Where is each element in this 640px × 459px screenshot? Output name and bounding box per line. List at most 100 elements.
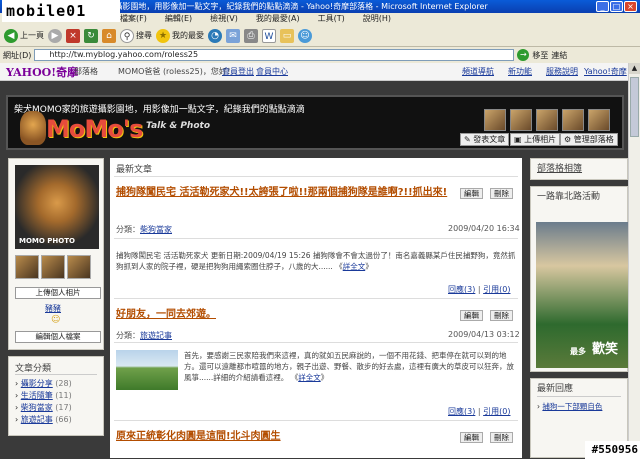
maximize-icon[interactable]: □	[610, 1, 623, 12]
menu-tools[interactable]: 工具(T)	[318, 14, 345, 23]
album-title[interactable]: 部落格相簿	[537, 162, 621, 176]
stop-icon: ×	[66, 28, 80, 43]
album-panel: 部落格相簿	[530, 158, 628, 180]
banner-thumb-1[interactable]	[484, 109, 506, 131]
address-label: 網址(D)	[3, 50, 32, 60]
banner-thumb-2[interactable]	[510, 109, 532, 131]
profile-panel: MOMO PHOTO 上傳個人相片 豬豬 ☺ 編輯個人檔案	[8, 158, 104, 350]
corner-tag: #550956	[585, 441, 640, 459]
close-icon[interactable]: ×	[624, 1, 637, 12]
menu-help[interactable]: 說明(H)	[363, 14, 391, 23]
banner-tagline: Talk & Photo	[146, 121, 211, 131]
minimize-icon[interactable]: _	[596, 1, 609, 12]
post-footer: 回應(3) | 引用(0)	[448, 285, 511, 294]
dog-mascot-icon	[20, 111, 46, 145]
category-item[interactable]: › 旅遊記事 (66)	[15, 414, 97, 426]
help-link[interactable]: 服務說明	[546, 63, 578, 81]
vertical-scrollbar[interactable]: ▲	[628, 63, 640, 459]
post-date: 2009/04/20 16:34	[448, 224, 520, 233]
profile-photo-1[interactable]	[15, 255, 39, 279]
banner-thumb-4[interactable]	[562, 109, 584, 131]
left-sidebar: MOMO PHOTO 上傳個人相片 豬豬 ☺ 編輯個人檔案 文章分類 › 攝影分…	[8, 158, 104, 458]
search-icon: ⚲	[120, 28, 134, 43]
post-article-button[interactable]: ✎ 發表文章	[460, 133, 510, 146]
yahoo-home-link[interactable]: Yahoo!奇摩	[584, 63, 627, 81]
recent-comment-item[interactable]: › 捕狗一下部顆自色	[537, 401, 621, 412]
yahoo-top-bar: YAHOO!奇摩 部落格 MOMO爸爸 (roless25)，您好！ 會員登出 …	[0, 63, 628, 81]
banner-thumb-5[interactable]	[588, 109, 610, 131]
menu-file[interactable]: 檔案(F)	[120, 14, 147, 23]
channel-nav-link[interactable]: 頻道導航	[462, 63, 494, 81]
watermark-logo: mobile01	[2, 0, 120, 22]
section-title: 最新文章	[116, 165, 153, 175]
new-features-link[interactable]: 新功能	[508, 63, 532, 81]
scroll-up-icon[interactable]: ▲	[629, 63, 640, 74]
post-footer: 回應(3) | 引用(0)	[448, 407, 511, 416]
edit-post-button[interactable]: 編輯	[460, 432, 483, 443]
forward-arrow-icon: ▶	[48, 28, 62, 43]
post-thumbnail[interactable]	[116, 350, 178, 390]
category-item[interactable]: › 柴狗當家 (17)	[15, 402, 97, 414]
profile-photo-3[interactable]	[67, 255, 91, 279]
yahoo-logo[interactable]: YAHOO!奇摩	[6, 64, 78, 82]
logout-link[interactable]: 會員登出	[222, 63, 254, 81]
address-bar: 網址(D) http://tw.myblog.yahoo.com/roless2…	[0, 47, 640, 63]
main-content: 最新文章 捕狗隊闖民宅 活活勒死家犬!!太誇張了啦!!那兩個捕狗隊是誰啊?!!抓…	[110, 158, 522, 458]
banner-thumb-3[interactable]	[536, 109, 558, 131]
mail-icon: ✉	[226, 28, 240, 43]
url-input[interactable]: http://tw.myblog.yahoo.com/roless25	[34, 49, 515, 61]
edit-post-button[interactable]: 編輯	[460, 310, 483, 321]
delete-post-button[interactable]: 刪除	[490, 188, 513, 199]
go-arrow-icon[interactable]: →	[517, 49, 530, 61]
post-title[interactable]: 捕狗隊闖民宅 活活勒死家犬!!太誇張了啦!!那兩個捕狗隊是誰啊?!!抓出來!	[116, 186, 456, 199]
menu-favorites[interactable]: 我的最愛(A)	[256, 14, 300, 23]
search-button[interactable]: ⚲ 搜尋	[120, 28, 152, 43]
favorites-button[interactable]: ★ 我的最愛	[156, 28, 204, 43]
upload-profile-photo-button[interactable]: 上傳個人相片	[15, 287, 101, 299]
edit-page-button[interactable]: W	[262, 28, 276, 43]
event-photo[interactable]: 歡笑 最多	[536, 222, 628, 368]
post-title[interactable]: 好朋友，一同去郊遊。	[116, 308, 456, 321]
member-center-link[interactable]: 會員中心	[256, 63, 288, 81]
back-button[interactable]: ◀ 上一頁	[4, 28, 44, 43]
refresh-button[interactable]: ↻	[84, 28, 98, 43]
blog-section-label[interactable]: 部落格	[74, 63, 98, 81]
scroll-thumb[interactable]	[630, 77, 639, 137]
stop-button[interactable]: ×	[66, 28, 80, 43]
user-greeting: MOMO爸爸 (roless25)，您好！	[118, 67, 235, 76]
menu-edit[interactable]: 編輯(E)	[165, 14, 192, 23]
messenger-icon: ☺	[298, 28, 312, 43]
history-button[interactable]: ◔	[208, 28, 222, 43]
upload-photo-button[interactable]: ▣ 上傳相片	[510, 133, 561, 146]
print-icon: ⎙	[244, 28, 258, 43]
print-button[interactable]: ⎙	[244, 28, 258, 43]
right-sidebar: 部落格相簿 一路靠北路活動 歡笑 最多 最新回應 › 捕狗一下部顆自色	[530, 158, 628, 458]
forward-button[interactable]: ▶	[48, 28, 62, 43]
home-button[interactable]: ⌂	[102, 28, 116, 43]
folder-button[interactable]: ▭	[280, 28, 294, 43]
edit-profile-button[interactable]: 編輯個人檔案	[15, 331, 101, 343]
menu-view[interactable]: 檢視(V)	[210, 14, 238, 23]
back-arrow-icon: ◀	[4, 28, 18, 43]
folder-icon: ▭	[280, 28, 294, 43]
profile-name-link[interactable]: 豬豬	[45, 303, 61, 314]
links-button[interactable]: 連結	[551, 50, 567, 61]
delete-post-button[interactable]: 刪除	[490, 310, 513, 321]
delete-post-button[interactable]: 刪除	[490, 432, 513, 443]
smiley-icon: ☺	[51, 315, 61, 325]
toolbar: ◀ 上一頁 ▶ × ↻ ⌂ ⚲ 搜尋 ★ 我的最愛 ◔ ✉ ⎙ W ▭ ☺	[0, 25, 640, 47]
edit-post-button[interactable]: 編輯	[460, 188, 483, 199]
post-title[interactable]: 原來正統彰化肉圓是這間!北斗肉圓生	[116, 430, 456, 443]
post-excerpt: 捕狗隊闖民宅 活活勒死家犬 更新日期:2009/04/19 15:26 捕狗隊會…	[116, 251, 516, 271]
manage-blog-button[interactable]: ⚙ 管理部落格	[560, 133, 618, 146]
go-button[interactable]: 移至	[532, 50, 548, 61]
blog-title: 柴犬MOMO家的旅遊攝影園地，用影像加一點文字，紀錄我們的點點滴滴	[14, 105, 305, 115]
category-item[interactable]: › 攝影分享 (28)	[15, 378, 97, 390]
messenger-button[interactable]: ☺	[298, 28, 312, 43]
post-category: 分類：旅遊記事	[116, 331, 172, 340]
photo-overlay-text: 歡笑	[592, 342, 619, 357]
category-item[interactable]: › 生活隨筆 (11)	[15, 390, 97, 402]
profile-photo-2[interactable]	[41, 255, 65, 279]
mail-button[interactable]: ✉	[226, 28, 240, 43]
star-icon: ★	[156, 28, 170, 43]
